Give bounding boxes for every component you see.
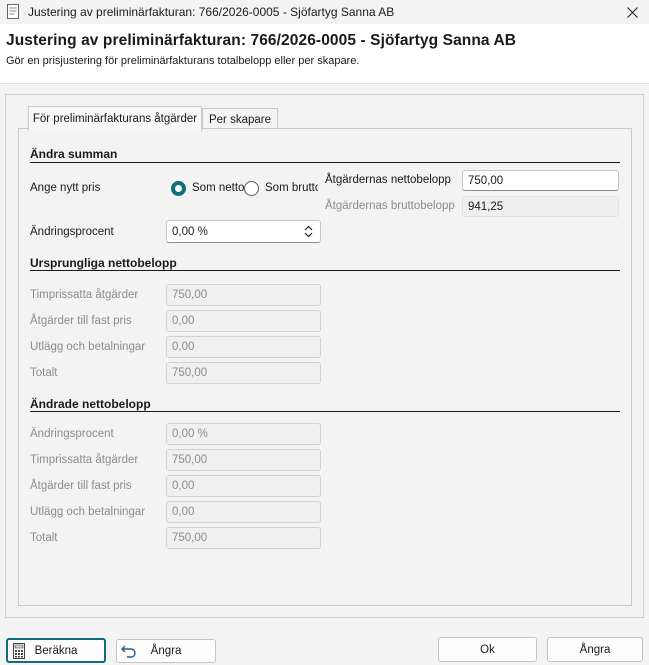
original-hourly-label: Timprissatta åtgärder [30, 289, 139, 301]
changed-expenses-label: Utlägg och betalningar [30, 506, 146, 518]
original-total-value: 750,00 [172, 367, 208, 379]
calculator-icon [13, 643, 25, 659]
dialog-header: Justering av preliminärfakturan: 766/202… [0, 24, 649, 84]
section-changed-net-title: Ändrade nettobelopp [30, 397, 151, 411]
changed-expenses-value: 0,00 [172, 506, 195, 518]
change-percent-label: Ändringsprocent [30, 226, 114, 238]
changed-percent-label: Ändringsprocent [30, 428, 114, 440]
net-amount-input[interactable]: 750,00 [462, 170, 619, 191]
radio-as-net[interactable] [171, 181, 186, 196]
ok-button[interactable]: Ok [438, 637, 537, 662]
changed-hourly-field: 750,00 [166, 449, 321, 471]
original-hourly-value: 750,00 [172, 289, 208, 301]
radio-as-gross[interactable] [244, 181, 259, 196]
original-expenses-field: 0,00 [166, 336, 321, 358]
calculate-button[interactable]: Beräkna [6, 638, 106, 663]
dialog-title: Justering av preliminärfakturan: 766/202… [6, 32, 517, 49]
close-icon [626, 6, 638, 18]
original-fixed-label: Åtgärder till fast pris [30, 315, 132, 327]
original-hourly-field: 750,00 [166, 284, 321, 306]
cancel-button[interactable]: Ångra [547, 637, 643, 662]
changed-percent-field: 0,00 % [166, 423, 321, 445]
undo-button[interactable]: Ångra [116, 639, 216, 663]
tab-actions-label: För preliminärfakturans åtgärder [32, 113, 198, 125]
original-expenses-value: 0,00 [172, 341, 195, 353]
original-fixed-value: 0,00 [172, 315, 195, 327]
window-title: Justering av preliminärfakturan: 766/202… [28, 5, 395, 19]
calculate-button-label: Beräkna [34, 644, 78, 657]
radio-as-net-label[interactable]: Som netto [192, 182, 244, 194]
tab-actions[interactable]: För preliminärfakturans åtgärder [28, 106, 202, 131]
section-change-sum-title: Ändra summan [30, 147, 118, 161]
changed-fixed-value: 0,00 [172, 480, 195, 492]
changed-hourly-label: Timprissatta åtgärder [30, 454, 139, 466]
section-original-net-title: Ursprungliga nettobelopp [30, 256, 177, 270]
original-fixed-field: 0,00 [166, 310, 321, 332]
change-percent-stepper[interactable]: 0,00 % [166, 220, 321, 243]
undo-button-label: Ångra [150, 645, 182, 657]
window-titlebar: Justering av preliminärfakturan: 766/202… [0, 0, 649, 24]
section-divider [30, 270, 620, 271]
net-amount-value: 750,00 [468, 174, 504, 187]
changed-hourly-value: 750,00 [172, 454, 208, 466]
radio-as-gross-label[interactable]: Som brutto [265, 182, 318, 194]
close-button[interactable] [623, 3, 641, 21]
changed-fixed-field: 0,00 [166, 475, 321, 497]
changed-total-field: 750,00 [166, 527, 321, 549]
net-amount-label: Åtgärdernas nettobelopp [325, 174, 451, 186]
gross-amount-label: Åtgärdernas bruttobelopp [325, 200, 455, 212]
new-price-label: Ange nytt pris [30, 182, 101, 194]
change-percent-value: 0,00 % [172, 225, 208, 238]
changed-total-label: Totalt [30, 532, 58, 544]
changed-fixed-label: Åtgärder till fast pris [30, 480, 132, 492]
cancel-button-label: Ångra [579, 643, 611, 656]
changed-expenses-field: 0,00 [166, 501, 321, 523]
section-divider [30, 162, 620, 163]
ok-button-label: Ok [480, 643, 495, 656]
document-icon [7, 4, 19, 19]
gross-amount-value: 941,25 [468, 200, 504, 213]
undo-icon [121, 645, 136, 658]
stepper-up-down-icon[interactable] [304, 225, 313, 238]
changed-total-value: 750,00 [172, 532, 208, 544]
original-total-label: Totalt [30, 367, 58, 379]
section-divider [30, 411, 620, 412]
dialog-subtitle: Gör en prisjustering för preliminärfaktu… [6, 55, 360, 67]
original-total-field: 750,00 [166, 362, 321, 384]
changed-percent-value: 0,00 % [172, 428, 208, 440]
gross-amount-field: 941,25 [462, 196, 619, 217]
tab-per-creator-label: Per skapare [208, 114, 271, 126]
original-expenses-label: Utlägg och betalningar [30, 341, 146, 353]
